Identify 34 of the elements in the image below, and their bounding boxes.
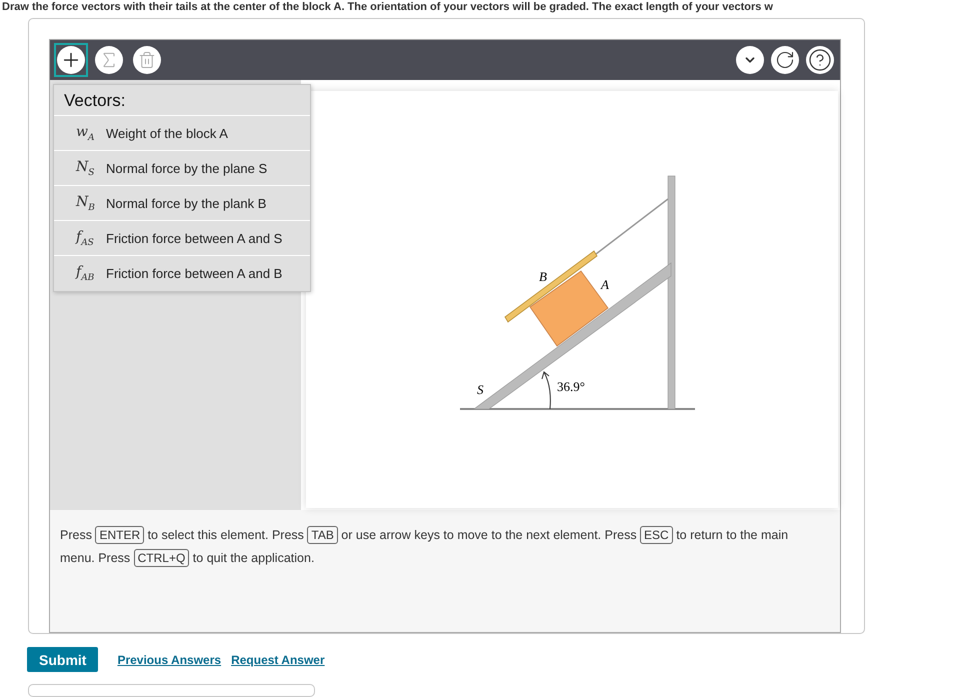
angle-label: 36.9° bbox=[557, 379, 585, 394]
plank-label: B bbox=[539, 269, 547, 284]
vector-symbol: N$_{B}$ bbox=[76, 194, 96, 212]
plus-tool-button[interactable] bbox=[54, 43, 88, 77]
menu-item[interactable]: N$_{B}$ Normal force by the plank B bbox=[54, 185, 310, 220]
menu-item[interactable]: w$_{A}$ Weight of the block A bbox=[54, 115, 310, 150]
vector-label: Friction force between A and S bbox=[106, 230, 282, 246]
plane-label: S bbox=[477, 382, 484, 397]
vector-symbol: f$_{AB}$ bbox=[76, 264, 96, 282]
menu-item[interactable]: N$_{S}$ Normal force by the plane S bbox=[54, 150, 310, 185]
vector-label: Normal force by the plane S bbox=[106, 160, 268, 176]
instructions-text: Press ENTER to select this element. Press TAB or use arrow keys to move to the next element. Press ESC to return to the main menu. Press CTRL+Q to quit the application. bbox=[60, 525, 790, 569]
menu-item[interactable]: f$_{AB}$ Friction force between A and B bbox=[54, 255, 310, 290]
reset-button[interactable] bbox=[771, 46, 799, 74]
reset-icon bbox=[775, 50, 795, 70]
trash-icon bbox=[138, 51, 156, 69]
answer-link[interactable]: Request Answer bbox=[231, 652, 325, 666]
menu-item[interactable]: f$_{AS}$ Friction force between A and S bbox=[54, 220, 310, 255]
vector-symbol: N$_{S}$ bbox=[76, 158, 96, 178]
help-icon bbox=[808, 48, 832, 72]
submit-button[interactable]: Submit bbox=[27, 647, 98, 672]
vector-label: Friction force between A and B bbox=[106, 266, 282, 280]
angle-arrow bbox=[542, 371, 551, 410]
vector-symbol: w$_{A}$ bbox=[76, 124, 96, 142]
chevron-down-button[interactable] bbox=[736, 46, 764, 74]
drawing-canvas[interactable]: B A S 36.9° bbox=[306, 91, 838, 508]
vector-symbol: f$_{AS}$ bbox=[76, 228, 95, 248]
block-label: A bbox=[601, 277, 609, 292]
vector-label: Weight of the block A bbox=[106, 126, 228, 140]
menu-title: Vectors: bbox=[63, 90, 126, 112]
help-button[interactable] bbox=[806, 46, 834, 74]
vector-label: Normal force by the plank B bbox=[106, 196, 266, 210]
question-text: Draw the force vectors with their tails at the center of the block A. The orientation of your vectors will be graded. The exact length of your vectors w bbox=[1, 0, 774, 14]
answer-link[interactable]: Previous Answers bbox=[117, 652, 222, 666]
